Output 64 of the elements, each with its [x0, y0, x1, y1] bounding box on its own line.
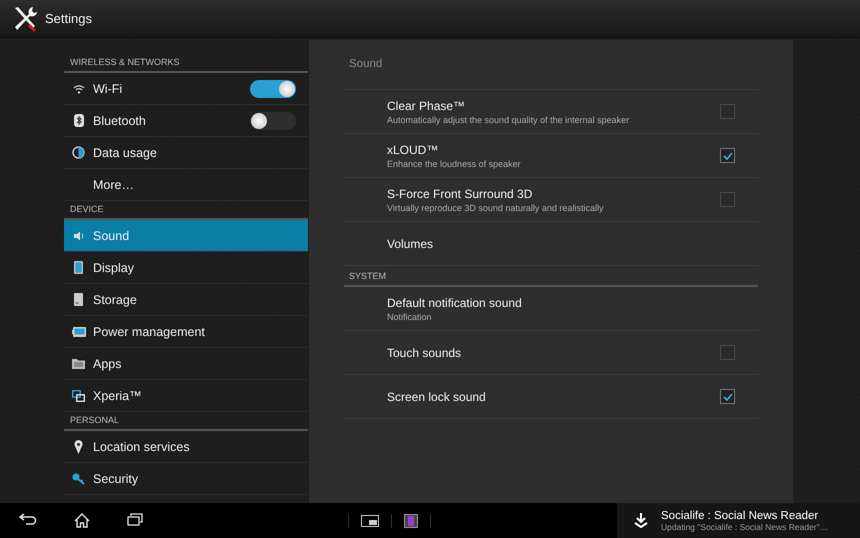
setting-summary: Automatically adjust the sound quality of the internal speaker: [387, 114, 630, 124]
sidebar-item[interactable]: Power management: [64, 316, 308, 348]
setting-title: Touch sounds: [387, 346, 462, 360]
panel-title: Sound: [348, 58, 384, 72]
folder-icon: [72, 358, 85, 369]
sidebar-item[interactable]: Sound: [64, 220, 308, 252]
tablet-icon: [74, 261, 83, 274]
back-icon[interactable]: [18, 513, 37, 525]
pie-chart-icon: [72, 146, 85, 159]
setting-row[interactable]: Touch sounds: [344, 331, 758, 375]
app-title: Settings: [45, 11, 92, 26]
sidebar-item[interactable]: Data usage: [64, 137, 308, 169]
setting-row[interactable]: Clear Phase™ Automatically adjust the sound quality of the internal speaker: [344, 90, 758, 134]
sidebar-item[interactable]: Display: [64, 252, 308, 284]
setting-title: Screen lock sound: [387, 390, 487, 404]
checkbox[interactable]: [720, 192, 735, 207]
setting-summary: Virtually reproduce 3D sound naturally and realistically: [387, 202, 604, 212]
wifi-icon: [72, 84, 84, 94]
toggle-switch[interactable]: [250, 112, 296, 130]
bluetooth-icon: [74, 114, 84, 127]
section-header: WIRELESS & NETWORKS: [64, 54, 308, 73]
sidebar-item[interactable]: More…: [64, 169, 308, 201]
section-header: PERSONAL: [64, 412, 308, 431]
speaker-icon: [72, 230, 84, 240]
sidebar-item[interactable]: Xperia™: [64, 380, 308, 412]
battery-icon: [72, 326, 86, 336]
notification[interactable]: Socialife : Social News Reader Updating "Socialife : Social News Reader"…: [617, 503, 860, 538]
setting-summary: Notification: [387, 312, 433, 322]
sidebar-item[interactable]: Location services: [64, 431, 308, 463]
setting-title: S-Force Front Surround 3D: [387, 186, 534, 200]
app-thumbnail-icon[interactable]: [404, 514, 418, 528]
recent-apps-icon[interactable]: [127, 513, 144, 526]
setting-title: Default notification sound: [387, 296, 523, 310]
sidebar-item[interactable]: Security: [64, 463, 308, 495]
sidebar-item[interactable]: Storage: [64, 284, 308, 316]
location-pin-icon: [74, 440, 83, 454]
checkbox[interactable]: [720, 104, 735, 119]
toggle-switch[interactable]: [250, 80, 296, 98]
sidebar-item[interactable]: Apps: [64, 348, 308, 380]
phone-icon: [74, 293, 83, 306]
home-icon[interactable]: [74, 513, 90, 528]
checkbox[interactable]: [720, 148, 735, 163]
sidebar-item[interactable]: Wi-Fi: [64, 73, 308, 105]
setting-title: Clear Phase™: [387, 98, 466, 112]
setting-title: xLOUD™: [387, 142, 440, 156]
setting-title: Volumes: [387, 236, 434, 250]
check-mark-icon: [722, 152, 732, 160]
setting-row[interactable]: Default notification sound Notification: [344, 287, 758, 331]
setting-row[interactable]: S-Force Front Surround 3D Virtually reproduce 3D sound naturally and realistically: [344, 178, 758, 222]
key-icon: [72, 472, 85, 484]
overlapping-squares-icon: [72, 390, 85, 402]
checkbox[interactable]: [720, 389, 735, 404]
small-window-icon[interactable]: [361, 514, 379, 526]
check-mark-icon: [722, 392, 732, 400]
section-header: SYSTEM: [344, 266, 758, 287]
checkbox[interactable]: [720, 345, 735, 360]
sidebar-item[interactable]: Bluetooth: [64, 105, 308, 137]
notification-title: Socialife : Social News Reader: [661, 510, 820, 522]
setting-row[interactable]: xLOUD™ Enhance the loudness of speaker: [344, 134, 758, 178]
setting-row[interactable]: Volumes: [344, 222, 758, 266]
notification-text: Updating "Socialife : Social News Reader"…: [661, 522, 828, 532]
setting-summary: Enhance the loudness of speaker: [387, 158, 522, 168]
download-icon: [634, 513, 648, 528]
setting-row[interactable]: Screen lock sound: [344, 375, 758, 419]
